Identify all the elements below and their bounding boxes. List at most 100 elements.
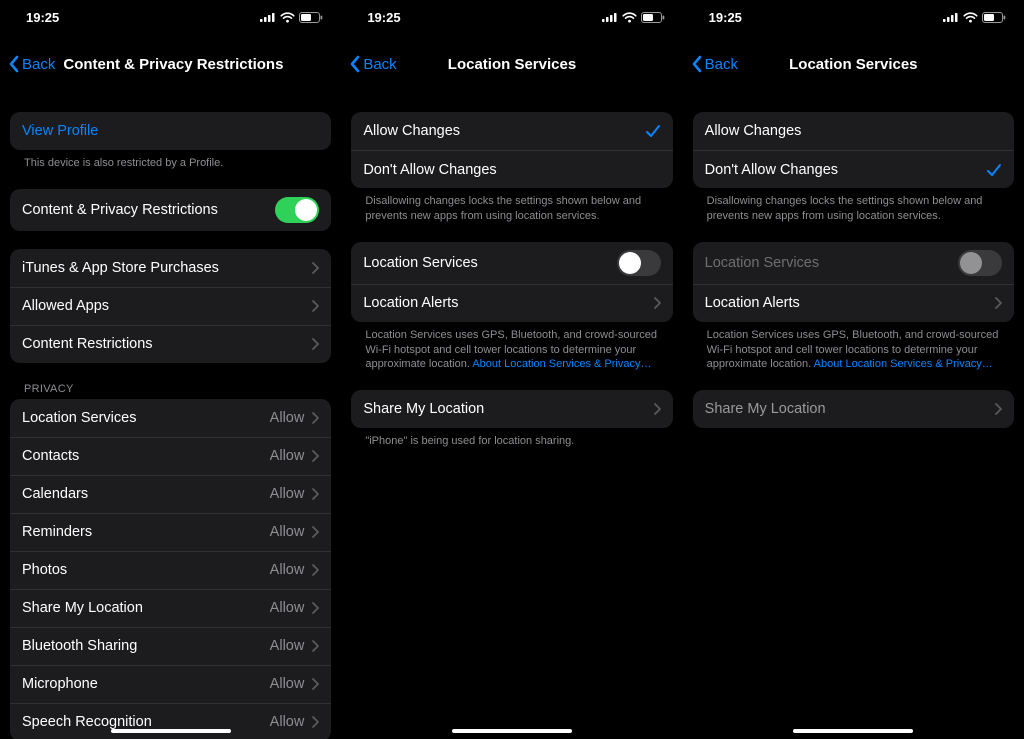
- row-label: Don't Allow Changes: [705, 162, 838, 178]
- profile-footer: This device is also restricted by a Prof…: [10, 150, 331, 171]
- row-share-my-location[interactable]: Share My Location: [351, 390, 672, 428]
- row-itunes-purchases[interactable]: iTunes & App Store Purchases: [10, 249, 331, 287]
- back-label: Back: [22, 56, 55, 73]
- row-dont-allow-changes[interactable]: Don't Allow Changes: [693, 150, 1014, 188]
- row-label: Location Services: [705, 255, 819, 271]
- row-allow-changes[interactable]: Allow Changes: [351, 112, 672, 150]
- ls-privacy-link[interactable]: About Location Services & Privacy…: [472, 358, 651, 370]
- privacy-row[interactable]: Location Services Allow: [10, 399, 331, 437]
- row-location-alerts[interactable]: Location Alerts: [351, 284, 672, 322]
- row-value: Allow: [270, 676, 305, 692]
- home-indicator[interactable]: [793, 729, 913, 733]
- location-services-toggle[interactable]: [617, 250, 661, 276]
- row-location-alerts[interactable]: Location Alerts: [693, 284, 1014, 322]
- group-profile: View Profile: [10, 112, 331, 150]
- status-indicators: [602, 12, 665, 23]
- group-share-location: Share My Location: [351, 390, 672, 428]
- status-bar: 19:25: [341, 8, 682, 26]
- privacy-row[interactable]: ContactsAllow: [10, 437, 331, 475]
- signal-icon: [260, 12, 276, 22]
- row-label: Speech Recognition: [22, 714, 152, 730]
- phone-location-allow: 19:25 Back Location Services Allow Chang…: [341, 0, 682, 739]
- cpr-toggle-row[interactable]: Content & Privacy Restrictions: [10, 189, 331, 231]
- row-location-services-toggle: Location Services: [693, 242, 1014, 284]
- group-location-services: Location Services Location Alerts: [693, 242, 1014, 322]
- nav-bar: Back Location Services: [341, 42, 682, 86]
- row-share-my-location: Share My Location: [693, 390, 1014, 428]
- status-bar: 19:25: [0, 8, 341, 26]
- privacy-row[interactable]: RemindersAllow: [10, 513, 331, 551]
- row-allow-changes[interactable]: Allow Changes: [693, 112, 1014, 150]
- battery-icon: [982, 12, 1006, 23]
- content-scroll[interactable]: Allow Changes Don't Allow Changes Disall…: [341, 86, 682, 739]
- privacy-row[interactable]: Microphone Allow: [10, 665, 331, 703]
- wifi-icon: [280, 12, 295, 23]
- row-label: Bluetooth Sharing: [22, 638, 137, 654]
- row-label: Location Services: [363, 255, 477, 271]
- privacy-row[interactable]: PhotosAllow: [10, 551, 331, 589]
- view-profile-row[interactable]: View Profile: [10, 112, 331, 150]
- back-button[interactable]: Back: [349, 55, 396, 73]
- group-main-options: iTunes & App Store Purchases Allowed App…: [10, 249, 331, 363]
- privacy-row[interactable]: CalendarsAllow: [10, 475, 331, 513]
- ls-footer: Location Services uses GPS, Bluetooth, a…: [693, 322, 1014, 373]
- battery-icon: [641, 12, 665, 23]
- page-title: Content & Privacy Restrictions: [63, 56, 283, 73]
- chevron-right-icon: [654, 297, 661, 309]
- cpr-toggle[interactable]: [275, 197, 319, 223]
- group-location-services: Location Services Location Alerts: [351, 242, 672, 322]
- signal-icon: [943, 12, 959, 22]
- row-value: Allow: [270, 638, 305, 654]
- chevron-left-icon: [349, 55, 361, 73]
- row-label: Photos: [22, 562, 67, 578]
- wifi-icon: [963, 12, 978, 23]
- status-indicators: [943, 12, 1006, 23]
- home-indicator[interactable]: [111, 729, 231, 733]
- group-changes: Allow Changes Don't Allow Changes: [693, 112, 1014, 188]
- phone-location-dont-allow: 19:25 Back Location Services Allow Chang…: [683, 0, 1024, 739]
- changes-footer: Disallowing changes locks the settings s…: [351, 188, 672, 224]
- checkmark-icon: [645, 123, 661, 139]
- row-value: Allow: [270, 524, 305, 540]
- location-services-toggle: [958, 250, 1002, 276]
- status-indicators: [260, 12, 323, 23]
- row-allowed-apps[interactable]: Allowed Apps: [10, 287, 331, 325]
- content-scroll[interactable]: View Profile This device is also restric…: [0, 86, 341, 739]
- row-content-restrictions[interactable]: Content Restrictions: [10, 325, 331, 363]
- cpr-label: Content & Privacy Restrictions: [22, 202, 218, 218]
- privacy-row[interactable]: Speech RecognitionAllow: [10, 703, 331, 739]
- home-indicator[interactable]: [452, 729, 572, 733]
- row-label: Allow Changes: [363, 123, 460, 139]
- row-label: Share My Location: [22, 600, 143, 616]
- group-cpr-toggle: Content & Privacy Restrictions: [10, 189, 331, 231]
- chevron-right-icon: [312, 450, 319, 462]
- row-value: Allow: [270, 600, 305, 616]
- chevron-right-icon: [312, 526, 319, 538]
- privacy-row[interactable]: Share My Location Allow: [10, 589, 331, 627]
- row-value: Allow: [270, 410, 305, 426]
- row-value: Allow: [270, 486, 305, 502]
- ls-privacy-link[interactable]: About Location Services & Privacy…: [814, 358, 993, 370]
- chevron-right-icon: [312, 300, 319, 312]
- row-dont-allow-changes[interactable]: Don't Allow Changes: [351, 150, 672, 188]
- nav-bar: Back Location Services: [683, 42, 1024, 86]
- back-label: Back: [363, 56, 396, 73]
- share-footer: "iPhone" is being used for location shar…: [351, 428, 672, 449]
- row-label: Location Alerts: [705, 295, 800, 311]
- row-location-services-toggle[interactable]: Location Services: [351, 242, 672, 284]
- row-label: Microphone: [22, 676, 98, 692]
- row-label: Don't Allow Changes: [363, 162, 496, 178]
- back-button[interactable]: Back: [8, 55, 55, 73]
- checkmark-icon: [986, 162, 1002, 178]
- back-button[interactable]: Back: [691, 55, 738, 73]
- chevron-right-icon: [312, 602, 319, 614]
- row-label: Contacts: [22, 448, 79, 464]
- row-label: Allowed Apps: [22, 298, 109, 314]
- chevron-right-icon: [312, 564, 319, 576]
- privacy-row[interactable]: Bluetooth Sharing Allow: [10, 627, 331, 665]
- ls-footer: Location Services uses GPS, Bluetooth, a…: [351, 322, 672, 373]
- back-label: Back: [705, 56, 738, 73]
- content-scroll[interactable]: Allow Changes Don't Allow Changes Disall…: [683, 86, 1024, 739]
- group-changes: Allow Changes Don't Allow Changes: [351, 112, 672, 188]
- row-label: Location Services: [22, 410, 136, 426]
